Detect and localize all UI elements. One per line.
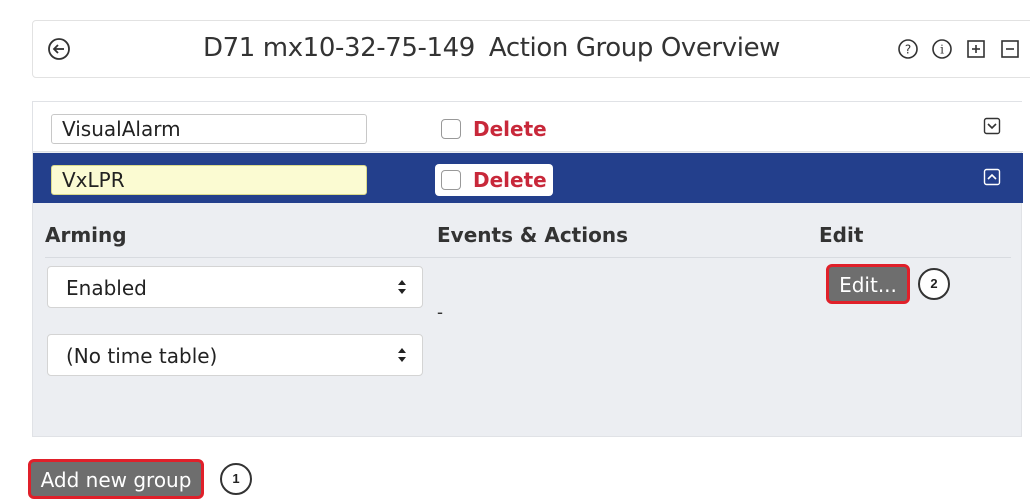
edit-button[interactable]: Edit... [826, 264, 910, 304]
back-icon[interactable] [47, 37, 71, 61]
delete-label: Delete [473, 168, 547, 192]
timetable-value: (No time table) [66, 344, 218, 368]
group-name-input[interactable] [51, 114, 367, 144]
collapse-all-icon[interactable] [999, 38, 1021, 60]
add-group-button[interactable]: Add new group [28, 459, 204, 499]
delete-toggle[interactable]: Delete [435, 164, 553, 196]
group-row[interactable]: Delete [33, 102, 1023, 152]
delete-label: Delete [473, 117, 547, 141]
edit-header: Edit [819, 223, 864, 247]
header-bar: D71 mx10-32-75-149 Action Group Overview … [32, 20, 1030, 78]
select-arrows-icon [398, 280, 406, 294]
svg-text:?: ? [905, 43, 911, 57]
delete-toggle[interactable]: Delete [435, 113, 553, 145]
timetable-select[interactable]: (No time table) [47, 334, 423, 376]
events-actions-value: - [437, 302, 443, 322]
page-heading: Action Group Overview [488, 33, 781, 63]
help-icon[interactable]: ? [897, 38, 919, 60]
info-icon[interactable]: i [931, 38, 953, 60]
delete-checkbox[interactable] [441, 170, 461, 190]
step-badge: 1 [220, 463, 252, 495]
page-title: D71 mx10-32-75-149 Action Group Overview [203, 33, 780, 63]
delete-checkbox[interactable] [441, 119, 461, 139]
svg-text:i: i [940, 43, 944, 57]
edit-button-label: Edit... [839, 273, 897, 297]
collapse-row-icon[interactable] [983, 168, 1001, 186]
group-row-selected[interactable]: Delete [33, 153, 1023, 203]
arming-header: Arming [45, 223, 127, 247]
expand-row-icon[interactable] [983, 117, 1001, 135]
header-divider [45, 257, 1011, 258]
action-group-panel: Delete Delete Arming Events & Actions Ed… [32, 101, 1023, 437]
arming-select[interactable]: Enabled [47, 266, 423, 308]
arming-value: Enabled [66, 276, 147, 300]
step-badge: 2 [918, 268, 950, 300]
add-group-label: Add new group [40, 468, 192, 492]
camera-name: D71 mx10-32-75-149 [203, 33, 475, 63]
expand-all-icon[interactable] [965, 38, 987, 60]
select-arrows-icon [398, 348, 406, 362]
group-name-input[interactable] [51, 165, 367, 195]
events-actions-header: Events & Actions [437, 223, 628, 247]
